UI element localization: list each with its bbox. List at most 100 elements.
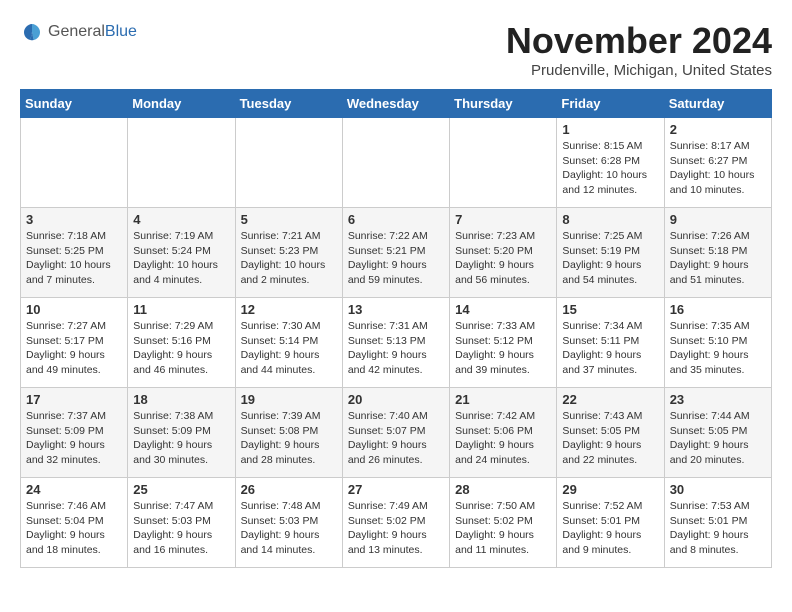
weekday-header-monday: Monday xyxy=(128,90,235,118)
logo-text: General Blue xyxy=(48,23,137,41)
calendar-table: SundayMondayTuesdayWednesdayThursdayFrid… xyxy=(20,89,772,568)
day-info: Sunrise: 7:43 AM Sunset: 5:05 PM Dayligh… xyxy=(562,409,658,468)
day-info: Sunrise: 7:31 AM Sunset: 5:13 PM Dayligh… xyxy=(348,319,444,378)
day-info: Sunrise: 7:21 AM Sunset: 5:23 PM Dayligh… xyxy=(241,229,337,288)
calendar-cell: 18 Sunrise: 7:38 AM Sunset: 5:09 PM Dayli… xyxy=(128,388,235,478)
day-number: 15 xyxy=(562,302,658,317)
day-number: 18 xyxy=(133,392,229,407)
calendar-cell xyxy=(450,118,557,208)
calendar-cell: 23 Sunrise: 7:44 AM Sunset: 5:05 PM Dayli… xyxy=(664,388,771,478)
day-number: 23 xyxy=(670,392,766,407)
page-header: General Blue November 2024 Prudenville, … xyxy=(20,20,772,79)
day-number: 24 xyxy=(26,482,122,497)
weekday-header-tuesday: Tuesday xyxy=(235,90,342,118)
calendar-header: SundayMondayTuesdayWednesdayThursdayFrid… xyxy=(21,90,772,118)
day-info: Sunrise: 7:52 AM Sunset: 5:01 PM Dayligh… xyxy=(562,499,658,558)
day-info: Sunrise: 7:47 AM Sunset: 5:03 PM Dayligh… xyxy=(133,499,229,558)
calendar-week-row: 10Sunrise: 7:27 AM Sunset: 5:17 PM Dayli… xyxy=(21,298,772,388)
calendar-cell: 27 Sunrise: 7:49 AM Sunset: 5:02 PM Dayli… xyxy=(342,478,449,568)
day-number: 30 xyxy=(670,482,766,497)
day-info: Sunrise: 7:25 AM Sunset: 5:19 PM Dayligh… xyxy=(562,229,658,288)
day-number: 1 xyxy=(562,122,658,137)
weekday-header-sunday: Sunday xyxy=(21,90,128,118)
day-info: Sunrise: 7:50 AM Sunset: 5:02 PM Dayligh… xyxy=(455,499,551,558)
day-info: Sunrise: 7:42 AM Sunset: 5:06 PM Dayligh… xyxy=(455,409,551,468)
day-info: Sunrise: 7:46 AM Sunset: 5:04 PM Dayligh… xyxy=(26,499,122,558)
calendar-cell: 16 Sunrise: 7:35 AM Sunset: 5:10 PM Dayli… xyxy=(664,298,771,388)
logo-blue-text: Blue xyxy=(105,23,137,41)
day-number: 9 xyxy=(670,212,766,227)
calendar-cell: 25 Sunrise: 7:47 AM Sunset: 5:03 PM Dayli… xyxy=(128,478,235,568)
day-number: 6 xyxy=(348,212,444,227)
day-info: Sunrise: 7:26 AM Sunset: 5:18 PM Dayligh… xyxy=(670,229,766,288)
calendar-cell: 13 Sunrise: 7:31 AM Sunset: 5:13 PM Dayli… xyxy=(342,298,449,388)
day-number: 13 xyxy=(348,302,444,317)
day-info: Sunrise: 7:38 AM Sunset: 5:09 PM Dayligh… xyxy=(133,409,229,468)
calendar-cell xyxy=(342,118,449,208)
logo: General Blue xyxy=(20,20,137,44)
day-info: Sunrise: 7:33 AM Sunset: 5:12 PM Dayligh… xyxy=(455,319,551,378)
day-number: 11 xyxy=(133,302,229,317)
calendar-cell: 12Sunrise: 7:30 AM Sunset: 5:14 PM Dayli… xyxy=(235,298,342,388)
calendar-cell xyxy=(128,118,235,208)
logo-icon xyxy=(20,20,44,44)
calendar-cell: 21Sunrise: 7:42 AM Sunset: 5:06 PM Dayli… xyxy=(450,388,557,478)
day-info: Sunrise: 7:18 AM Sunset: 5:25 PM Dayligh… xyxy=(26,229,122,288)
calendar-cell: 22 Sunrise: 7:43 AM Sunset: 5:05 PM Dayli… xyxy=(557,388,664,478)
calendar-cell: 17Sunrise: 7:37 AM Sunset: 5:09 PM Dayli… xyxy=(21,388,128,478)
calendar-cell: 5 Sunrise: 7:21 AM Sunset: 5:23 PM Daylig… xyxy=(235,208,342,298)
weekday-header-wednesday: Wednesday xyxy=(342,90,449,118)
day-info: Sunrise: 7:48 AM Sunset: 5:03 PM Dayligh… xyxy=(241,499,337,558)
day-info: Sunrise: 7:40 AM Sunset: 5:07 PM Dayligh… xyxy=(348,409,444,468)
day-number: 8 xyxy=(562,212,658,227)
weekday-header-friday: Friday xyxy=(557,90,664,118)
calendar-cell xyxy=(235,118,342,208)
day-number: 16 xyxy=(670,302,766,317)
calendar-cell: 26Sunrise: 7:48 AM Sunset: 5:03 PM Dayli… xyxy=(235,478,342,568)
day-info: Sunrise: 8:15 AM Sunset: 6:28 PM Dayligh… xyxy=(562,139,658,198)
location-text: Prudenville, Michigan, United States xyxy=(506,62,772,79)
day-number: 25 xyxy=(133,482,229,497)
day-info: Sunrise: 7:39 AM Sunset: 5:08 PM Dayligh… xyxy=(241,409,337,468)
calendar-cell: 24 Sunrise: 7:46 AM Sunset: 5:04 PM Dayli… xyxy=(21,478,128,568)
calendar-cell: 15 Sunrise: 7:34 AM Sunset: 5:11 PM Dayli… xyxy=(557,298,664,388)
calendar-cell: 4 Sunrise: 7:19 AM Sunset: 5:24 PM Daylig… xyxy=(128,208,235,298)
calendar-week-row: 24 Sunrise: 7:46 AM Sunset: 5:04 PM Dayli… xyxy=(21,478,772,568)
day-number: 4 xyxy=(133,212,229,227)
day-number: 22 xyxy=(562,392,658,407)
weekday-header-row: SundayMondayTuesdayWednesdayThursdayFrid… xyxy=(21,90,772,118)
day-info: Sunrise: 7:19 AM Sunset: 5:24 PM Dayligh… xyxy=(133,229,229,288)
calendar-cell: 11Sunrise: 7:29 AM Sunset: 5:16 PM Dayli… xyxy=(128,298,235,388)
calendar-cell: 30 Sunrise: 7:53 AM Sunset: 5:01 PM Dayli… xyxy=(664,478,771,568)
day-info: Sunrise: 7:44 AM Sunset: 5:05 PM Dayligh… xyxy=(670,409,766,468)
day-info: Sunrise: 7:27 AM Sunset: 5:17 PM Dayligh… xyxy=(26,319,122,378)
calendar-cell: 3 Sunrise: 7:18 AM Sunset: 5:25 PM Daylig… xyxy=(21,208,128,298)
day-info: Sunrise: 7:30 AM Sunset: 5:14 PM Dayligh… xyxy=(241,319,337,378)
day-info: Sunrise: 7:53 AM Sunset: 5:01 PM Dayligh… xyxy=(670,499,766,558)
day-info: Sunrise: 8:17 AM Sunset: 6:27 PM Dayligh… xyxy=(670,139,766,198)
day-info: Sunrise: 7:35 AM Sunset: 5:10 PM Dayligh… xyxy=(670,319,766,378)
calendar-cell xyxy=(21,118,128,208)
day-info: Sunrise: 7:34 AM Sunset: 5:11 PM Dayligh… xyxy=(562,319,658,378)
day-number: 19 xyxy=(241,392,337,407)
title-block: November 2024 Prudenville, Michigan, Uni… xyxy=(506,20,772,79)
logo-general-text: General xyxy=(48,23,105,41)
day-number: 5 xyxy=(241,212,337,227)
calendar-cell: 8 Sunrise: 7:25 AM Sunset: 5:19 PM Daylig… xyxy=(557,208,664,298)
day-info: Sunrise: 7:49 AM Sunset: 5:02 PM Dayligh… xyxy=(348,499,444,558)
calendar-cell: 7Sunrise: 7:23 AM Sunset: 5:20 PM Daylig… xyxy=(450,208,557,298)
calendar-cell: 1 Sunrise: 8:15 AM Sunset: 6:28 PM Daylig… xyxy=(557,118,664,208)
day-number: 14 xyxy=(455,302,551,317)
month-title: November 2024 xyxy=(506,20,772,62)
calendar-cell: 14 Sunrise: 7:33 AM Sunset: 5:12 PM Dayli… xyxy=(450,298,557,388)
calendar-cell: 29 Sunrise: 7:52 AM Sunset: 5:01 PM Dayli… xyxy=(557,478,664,568)
calendar-cell: 28Sunrise: 7:50 AM Sunset: 5:02 PM Dayli… xyxy=(450,478,557,568)
day-number: 20 xyxy=(348,392,444,407)
day-number: 27 xyxy=(348,482,444,497)
calendar-cell: 19 Sunrise: 7:39 AM Sunset: 5:08 PM Dayli… xyxy=(235,388,342,478)
day-info: Sunrise: 7:23 AM Sunset: 5:20 PM Dayligh… xyxy=(455,229,551,288)
day-number: 3 xyxy=(26,212,122,227)
calendar-cell: 20 Sunrise: 7:40 AM Sunset: 5:07 PM Dayli… xyxy=(342,388,449,478)
day-number: 29 xyxy=(562,482,658,497)
calendar-cell: 6Sunrise: 7:22 AM Sunset: 5:21 PM Daylig… xyxy=(342,208,449,298)
